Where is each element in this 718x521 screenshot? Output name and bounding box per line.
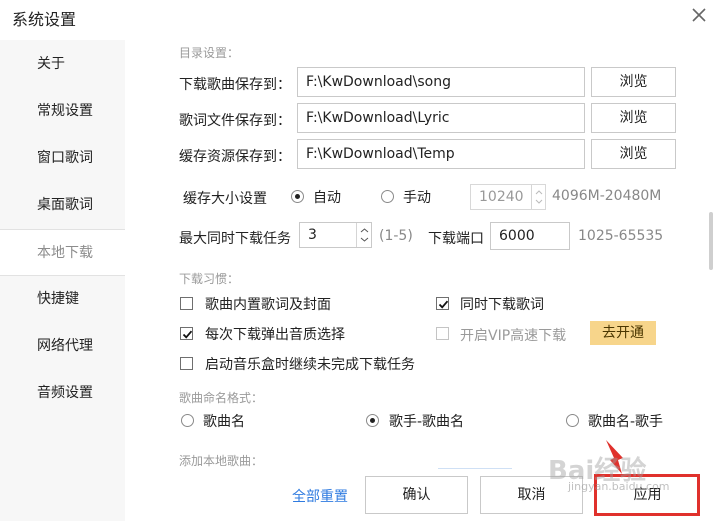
cache-path-label: 缓存资源保存到： [179,149,291,165]
naming-artist-song-radio[interactable] [366,414,379,427]
sidebar-item-desktop-lyrics[interactable]: 桌面歌词 [0,182,125,229]
port-input[interactable]: 6000 [490,222,570,250]
naming-artist-song-label: 歌手-歌曲名 [389,414,465,430]
section-title-naming: 歌曲命名格式： [179,391,264,405]
cache-auto-radio[interactable] [291,190,304,203]
cache-manual-radio[interactable] [381,190,394,203]
naming-song-label: 歌曲名 [203,414,245,430]
naming-song-artist-label: 歌曲名-歌手 [588,414,664,430]
sidebar-item-proxy[interactable]: 网络代理 [0,323,125,370]
sidebar-item-general[interactable]: 常规设置 [0,88,125,135]
embed-lyrics-checkbox[interactable] [180,297,193,310]
lyric-browse-button[interactable]: 浏览 [591,103,676,133]
resume-tasks-checkbox[interactable] [180,357,193,370]
lyric-path-label: 歌词文件保存到： [179,113,291,129]
port-label: 下载端口 [428,231,484,247]
sidebar-item-audio[interactable]: 音频设置 [0,370,125,417]
sidebar: 关于 常规设置 窗口歌词 桌面歌词 本地下载 快捷键 网络代理 音频设置 [0,40,125,521]
confirm-button[interactable]: 确认 [365,476,468,514]
sidebar-item-window-lyrics[interactable]: 窗口歌词 [0,135,125,182]
song-browse-button[interactable]: 浏览 [591,67,676,97]
resume-tasks-label: 启动音乐盒时继续未完成下载任务 [205,357,415,373]
song-path-input[interactable]: F:\KwDownload\song [297,67,585,97]
vip-speed-checkbox[interactable] [436,327,449,340]
cache-size-stepper[interactable] [531,185,545,209]
scrollbar[interactable] [709,212,713,270]
sidebar-item-local-download[interactable]: 本地下载 [0,229,125,276]
window-title: 系统设置 [12,10,77,29]
vip-open-button[interactable]: 去开通 [590,321,656,345]
naming-song-artist-radio[interactable] [566,414,579,427]
cache-range-hint: 4096M-20480M [552,188,662,204]
watermark-url: jingyan.baidu.com [568,480,670,493]
reset-all-link[interactable]: 全部重置 [292,486,348,506]
max-tasks-label: 最大同时下载任务 [179,231,291,247]
cache-manual-label: 手动 [403,190,431,206]
cache-browse-button[interactable]: 浏览 [591,139,676,169]
sidebar-item-hotkeys[interactable]: 快捷键 [0,276,125,323]
max-tasks-hint: (1-5) [379,228,413,244]
port-hint: 1025-65535 [578,228,664,244]
sync-lyrics-label: 同时下载歌词 [460,297,544,313]
song-path-label: 下载歌曲保存到： [179,77,291,93]
divider [438,468,512,469]
cache-size-label: 缓存大小设置 [183,191,267,207]
section-title-habits: 下载习惯： [179,272,240,286]
sync-lyrics-checkbox[interactable] [436,297,449,310]
naming-song-radio[interactable] [181,414,194,427]
quality-popup-checkbox[interactable] [180,327,193,340]
close-icon[interactable] [689,5,709,25]
sidebar-item-about[interactable]: 关于 [0,41,125,88]
quality-popup-label: 每次下载弹出音质选择 [205,327,345,343]
section-title-add-local: 添加本地歌曲： [179,454,264,468]
vip-speed-label: 开启VIP高速下载 [460,328,567,344]
cache-path-input[interactable]: F:\KwDownload\Temp [297,139,585,169]
section-title-dirs: 目录设置： [179,46,240,60]
max-tasks-stepper[interactable] [356,223,371,247]
embed-lyrics-label: 歌曲内置歌词及封面 [205,297,331,313]
cache-auto-label: 自动 [313,190,341,206]
lyric-path-input[interactable]: F:\KwDownload\Lyric [297,103,585,133]
